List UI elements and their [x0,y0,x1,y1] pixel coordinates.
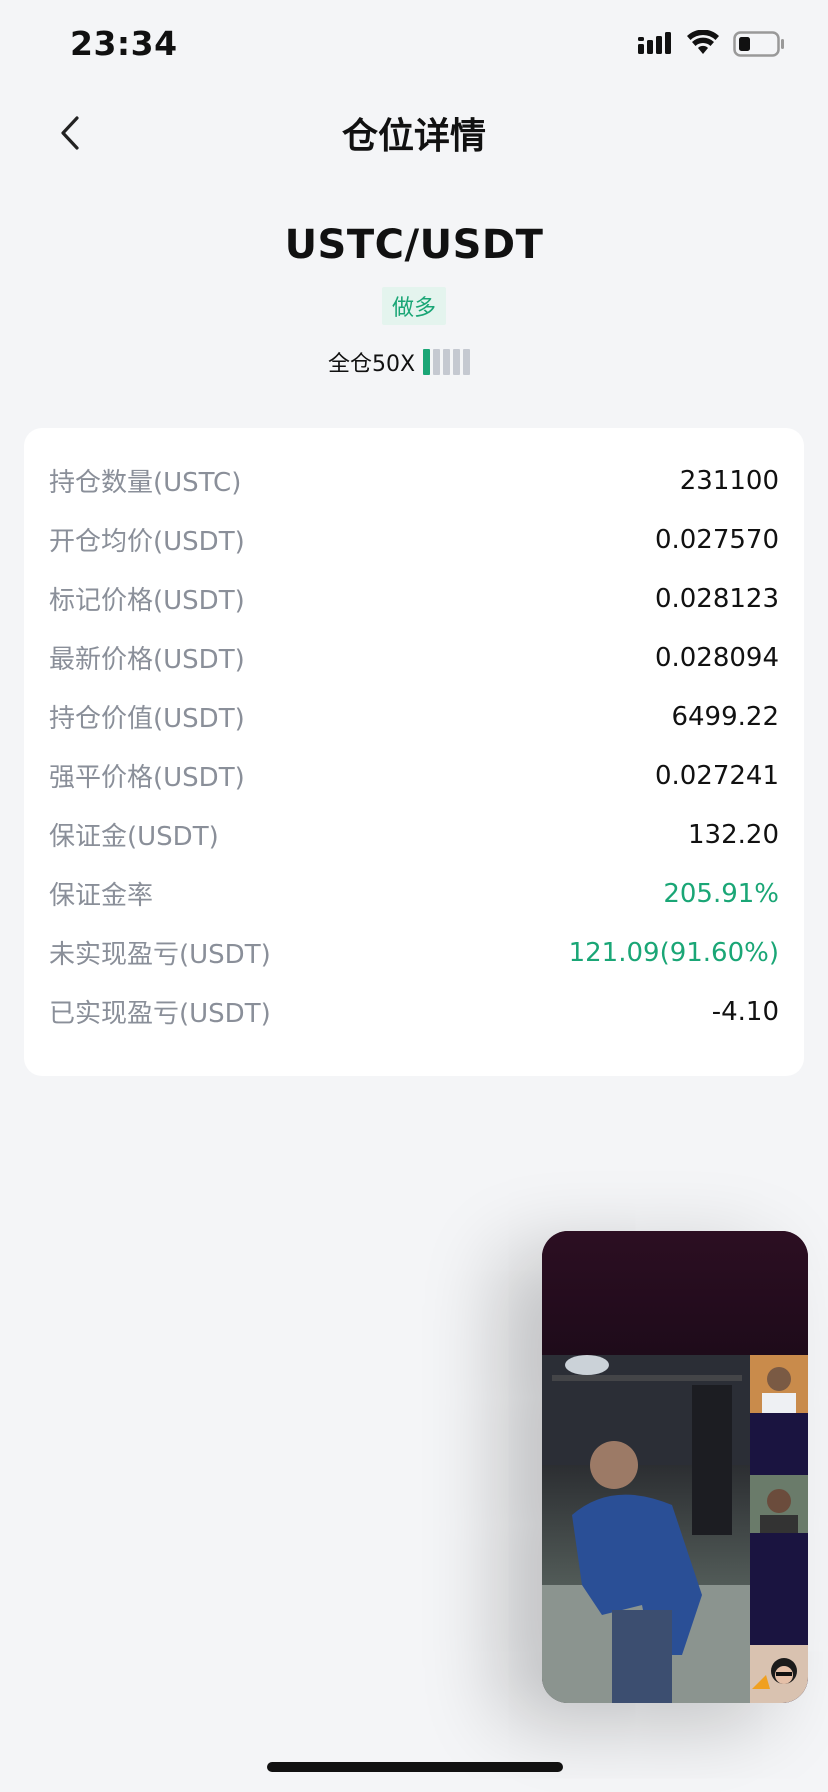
row-value: 121.09(91.60%) [568,937,779,968]
row-label: 持仓价值(USDT) [49,704,245,734]
leverage-bar [443,349,451,375]
row-label: 标记价格(USDT) [49,586,245,616]
main-video-feed [542,1355,750,1703]
row-value: -4.10 [711,996,779,1027]
row-value: 6499.22 [671,701,779,732]
wifi-icon [687,30,719,54]
row-label: 强平价格(USDT) [49,763,245,793]
video-header-area [542,1231,808,1355]
row-label: 持仓数量(USTC) [49,468,242,498]
cellular-signal-icon [638,32,671,54]
margin-mode-leverage: 全仓50X [328,352,416,377]
row-value: 132.20 [688,819,779,850]
detail-row-liquidation-price: 强平价格(USDT) 0.027241 [49,746,779,805]
trading-pair: USTC/USDT [284,222,544,268]
row-label: 已实现盈亏(USDT) [49,999,271,1029]
participant-avatar-image [760,1489,798,1533]
participant-avatar-image [752,1658,797,1689]
status-bar: 23:34 [0,0,828,90]
battery-icon [733,31,784,57]
row-label: 保证金率 [49,881,154,911]
leverage-bar [423,349,431,375]
leverage-level-indicator [423,349,471,375]
row-label: 未实现盈亏(USDT) [49,940,271,970]
leverage-bar [463,349,471,375]
detail-row-margin: 保证金(USDT) 132.20 [49,805,779,864]
detail-row-entry-price: 开仓均价(USDT) 0.027570 [49,510,779,569]
row-value: 205.91% [663,878,779,909]
participant-thumbnail[interactable] [750,1645,808,1703]
detail-row-realized-pnl: 已实现盈亏(USDT) -4.10 [49,982,779,1041]
leverage-bar [453,349,461,375]
row-value: 231100 [679,465,779,496]
page-title: 仓位详情 [341,116,486,157]
position-side-badge: 做多 [382,287,446,325]
detail-row-position-value: 持仓价值(USDT) 6499.22 [49,687,779,746]
row-value: 0.028123 [654,583,779,614]
leverage-info: 全仓50X [328,346,471,378]
home-indicator[interactable] [267,1762,563,1772]
navigation-bar: 仓位详情 [0,95,828,170]
detail-row-quantity: 持仓数量(USTC) 231100 [49,451,779,510]
leverage-bar [433,349,441,375]
participant-avatar-image [762,1367,796,1413]
row-value: 0.027241 [654,760,779,791]
position-details-card: 持仓数量(USTC) 231100 开仓均价(USDT) 0.027570 标记… [24,428,804,1076]
row-value: 0.027570 [654,524,779,555]
row-label: 开仓均价(USDT) [49,527,245,557]
detail-row-margin-ratio: 保证金率 205.91% [49,864,779,923]
row-value: 0.028094 [654,642,779,673]
row-label: 保证金(USDT) [49,822,219,852]
status-time: 23:34 [70,24,178,63]
detail-row-mark-price: 标记价格(USDT) 0.028123 [49,569,779,628]
floating-video-window[interactable] [542,1231,808,1703]
video-frame-image [542,1355,750,1703]
detail-row-last-price: 最新价格(USDT) 0.028094 [49,628,779,687]
participant-thumbnail[interactable] [750,1355,808,1413]
participant-thumbnail[interactable] [750,1475,808,1533]
detail-row-unrealized-pnl: 未实现盈亏(USDT) 121.09(91.60%) [49,923,779,982]
row-label: 最新价格(USDT) [49,645,245,675]
